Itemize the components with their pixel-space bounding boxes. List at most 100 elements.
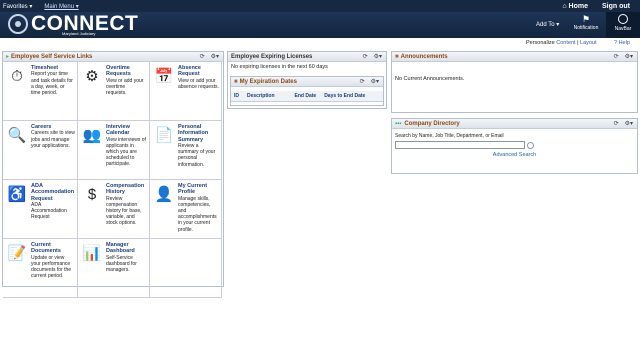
ess-item-icon: 🔍 (7, 127, 27, 144)
signout-link[interactable]: Sign out (602, 3, 630, 10)
ess-link-cell[interactable]: ⏱ Timesheet Report your time and task deta… (3, 62, 78, 121)
ess-link-cell[interactable]: 🔍 Careers Careers site to view jobs and ma… (3, 121, 78, 180)
ess-item-title[interactable]: Manager Dashboard (106, 242, 147, 255)
navbar-label: NavBar (614, 26, 632, 32)
licenses-title: Employee Expiring Licenses (231, 53, 313, 60)
personalize-prefix: Personalize (526, 40, 555, 46)
refresh-icon[interactable]: ⟳ (614, 53, 619, 60)
ess-item-description: ADA Accommodation Request (31, 201, 67, 221)
ess-item-description: Update or view your performance document… (31, 254, 72, 280)
ess-item-title[interactable]: My Current Profile (178, 183, 219, 196)
col-description[interactable]: Description (247, 93, 275, 99)
licenses-header: Employee Expiring Licenses ⟳ ⚙▾ (228, 52, 386, 62)
refresh-icon[interactable]: ⟳ (200, 53, 205, 60)
ess-header: ▸ Employee Self Service Links ⟳ ⚙▾ (3, 52, 223, 62)
settings-icon[interactable]: ⚙▾ (371, 78, 379, 85)
ess-item-title[interactable]: Compensation History (106, 183, 147, 196)
search-icon[interactable] (527, 141, 534, 149)
ess-pagelet: ▸ Employee Self Service Links ⟳ ⚙▾ ⏱ Times… (2, 51, 224, 298)
refresh-icon[interactable]: ⟳ (614, 120, 619, 127)
personalize-content-link[interactable]: Content (556, 40, 575, 46)
ess-link-cell[interactable]: ♿ ADA Accommodation Request ADA Accommodat… (3, 180, 78, 239)
exp-table-header: ID Description End Date Days to End Date (231, 91, 383, 102)
ess-item-icon: $ (87, 186, 97, 203)
navbar-button[interactable]: NavBar (606, 12, 640, 38)
ess-link-cell[interactable]: 📝 Current Documents Update or view your pe… (3, 239, 78, 298)
folder-icon: ▸ (6, 54, 10, 60)
col-days[interactable]: Days to End Date (324, 93, 365, 99)
ess-link-cell[interactable]: ⚙ Overtime Requests View or add your overt… (78, 62, 150, 121)
ess-item-icon: 📅 (154, 68, 174, 85)
ess-item-description: Manage skills, competencies, and accompl… (178, 195, 217, 233)
settings-icon[interactable]: ⚙▾ (625, 120, 633, 127)
ess-item-icon: 👤 (154, 186, 174, 203)
ess-link-cell[interactable]: 👤 My Current Profile Manage skills, compet… (150, 180, 222, 239)
directory-title: Company Directory (404, 120, 460, 127)
ess-item-icon: 👥 (82, 127, 102, 144)
ess-item-title[interactable]: Personal Information Summary (178, 124, 219, 143)
personalize-layout-link[interactable]: Layout (580, 40, 597, 46)
col-id[interactable]: ID (234, 93, 239, 99)
settings-icon[interactable]: ⚙▾ (374, 53, 382, 60)
licenses-message: No expiring licenses in the next 60 days (231, 64, 328, 70)
notification-button[interactable]: ⚑ Notification (568, 14, 604, 31)
ess-item-description: Self-Service dashboard for managers. (106, 254, 137, 273)
ess-item-icon: 📝 (7, 245, 27, 262)
advanced-search-link[interactable]: Advanced Search (392, 149, 637, 158)
ess-item-icon: 📄 (154, 127, 174, 144)
main-menu[interactable]: Main Menu ▾ (44, 3, 78, 10)
ess-item-title[interactable]: Overtime Requests (106, 65, 147, 78)
ess-item-description: Review a summary of your personal inform… (178, 142, 216, 168)
ess-item-description: Careers site to view jobs and manage you… (31, 130, 75, 149)
announcements-title: Announcements (400, 53, 448, 60)
banner: CONNECT Maryland Judiciary Add To ▾ ⚑ No… (0, 12, 640, 38)
ess-item-description: Review compensation history for base, va… (106, 195, 142, 227)
directory-pagelet: ▪▪▪ Company Directory ⟳ ⚙▾ Search by Name… (391, 118, 638, 174)
exp-pagelet: ■ My Expiration Dates ⟳ ⚙▾ ID Description… (230, 76, 384, 106)
notification-label: Notification (573, 25, 599, 31)
favorites-menu[interactable]: Favorites ▾ (0, 3, 32, 10)
settings-icon[interactable]: ⚙▾ (625, 53, 633, 60)
announcements-pagelet: ■ Announcements ⟳ ⚙▾ No Current Announcem… (391, 51, 638, 113)
empty-icon (153, 243, 175, 265)
ess-link-cell[interactable]: 📅 Absence Request View or add your absence… (150, 62, 222, 121)
directory-header: ▪▪▪ Company Directory ⟳ ⚙▾ (392, 119, 637, 129)
top-bar: Favorites ▾ Main Menu ▾ ⌂ Home Sign out (0, 0, 640, 12)
settings-icon[interactable]: ⚙▾ (211, 53, 219, 60)
folder-icon: ■ (395, 53, 399, 60)
ess-link-cell[interactable]: $ Compensation History Review compensation… (78, 180, 150, 239)
col-end-date[interactable]: End Date (295, 93, 317, 99)
seal-icon (8, 14, 28, 34)
ess-item-icon: ♿ (7, 186, 27, 203)
compass-icon (618, 14, 628, 24)
exp-title: My Expiration Dates (239, 78, 297, 85)
home-link[interactable]: ⌂ Home (562, 3, 588, 10)
announcements-header: ■ Announcements ⟳ ⚙▾ (392, 52, 637, 62)
add-to-menu[interactable]: Add To ▾ (536, 21, 559, 28)
ess-item-icon: ⚙ (85, 68, 99, 85)
ess-item-description: View or add your overtime requests. (106, 77, 144, 96)
ess-item-description: View interviews of applicants in which y… (106, 136, 146, 168)
ess-item-icon: ⏱ (11, 68, 23, 85)
help-link[interactable]: ? Help (614, 40, 630, 46)
directory-search-label: Search by Name, Job Title, Department, o… (395, 133, 504, 139)
refresh-icon[interactable]: ⟳ (360, 78, 365, 85)
ess-link-cell[interactable]: 👥 Interview Calendar View interviews of ap… (78, 121, 150, 180)
ess-item-title[interactable]: Absence Request (178, 65, 219, 78)
ess-item-description: View or add your absence requests. (178, 77, 219, 90)
directory-search-input[interactable] (395, 141, 525, 149)
ess-item-title[interactable]: Current Documents (31, 242, 75, 255)
ess-link-cell[interactable]: 📊 Manager Dashboard Self-Service dashboard… (78, 239, 150, 298)
logo-subtitle: Maryland Judiciary (62, 31, 96, 36)
ess-item-icon: 📊 (82, 245, 102, 262)
ess-item-description: Report your time and task details for a … (31, 71, 73, 96)
ess-link-cell[interactable]: 📄 Personal Information Summary Review a su… (150, 121, 222, 180)
exp-header: ■ My Expiration Dates ⟳ ⚙▾ (231, 77, 383, 87)
ess-item-title[interactable]: ADA Accommodation Request (31, 183, 75, 202)
folder-icon: ■ (234, 78, 238, 85)
refresh-icon[interactable]: ⟳ (363, 53, 368, 60)
ess-link-cell (150, 239, 222, 298)
flag-icon: ⚑ (581, 14, 591, 24)
licenses-pagelet: Employee Expiring Licenses ⟳ ⚙▾ No expiri… (227, 51, 387, 109)
ess-item-title[interactable]: Interview Calendar (106, 124, 147, 137)
